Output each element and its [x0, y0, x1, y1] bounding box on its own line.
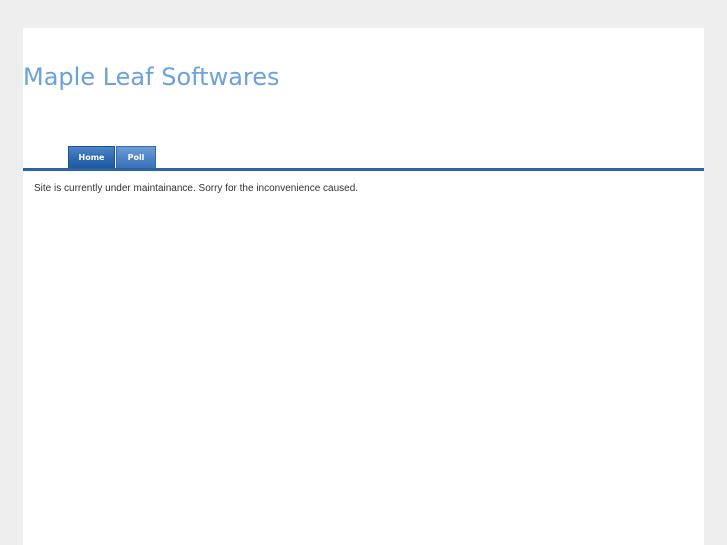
nav-tab-poll[interactable]: Poll [116, 146, 156, 168]
page-container: Maple Leaf Softwares Home Poll Site is c… [23, 28, 704, 545]
nav-tab-home[interactable]: Home [68, 146, 115, 168]
maintenance-message: Site is currently under maintainance. So… [34, 183, 359, 194]
main-nav: Home Poll [68, 146, 156, 168]
site-title[interactable]: Maple Leaf Softwares [23, 62, 280, 92]
nav-divider-bar [23, 168, 704, 171]
